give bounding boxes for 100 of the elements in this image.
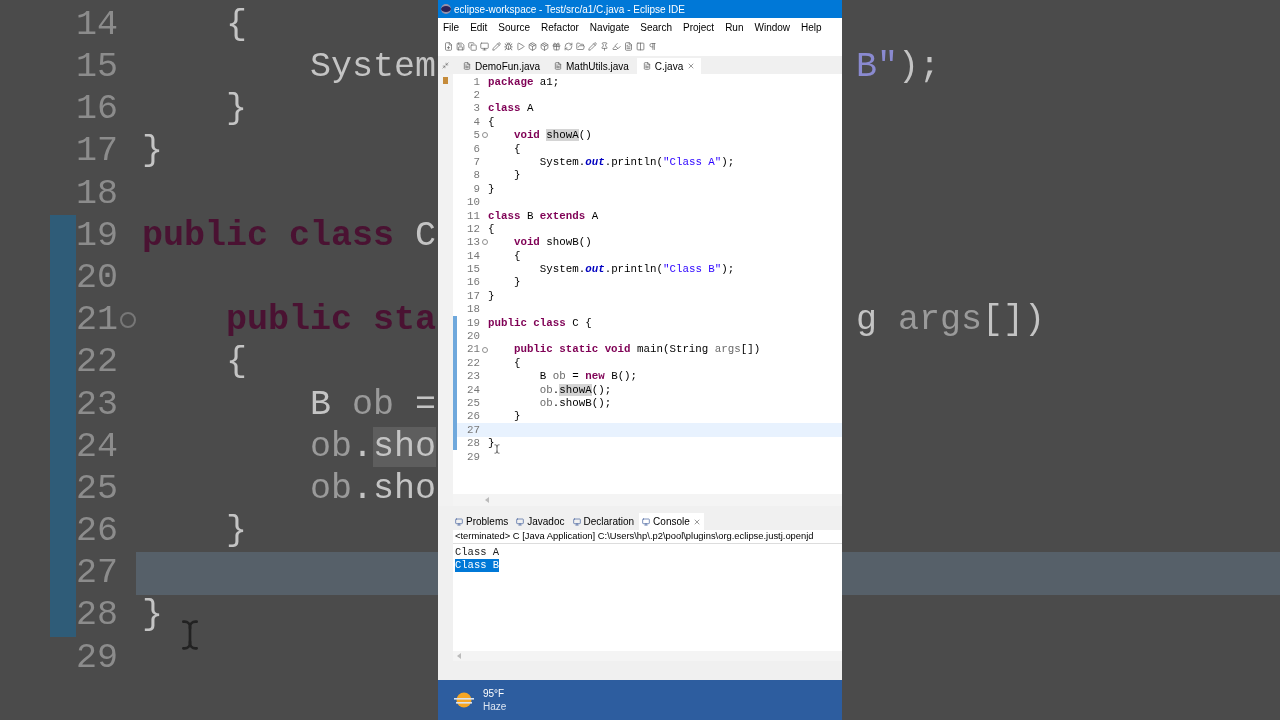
document-icon[interactable]	[624, 41, 633, 51]
java-file-icon	[642, 62, 651, 70]
line-number: 22	[467, 355, 480, 371]
code-text: {	[512, 142, 521, 155]
view-tab[interactable]: Console	[639, 513, 704, 530]
menu-item[interactable]: Run	[725, 19, 744, 35]
code-text: ob.sho	[309, 425, 437, 469]
line-number: 28	[467, 436, 480, 452]
view-tab[interactable]: Declaration	[569, 513, 638, 530]
folder-icon[interactable]	[576, 41, 585, 51]
console-line: Class A	[455, 546, 500, 559]
gift-icon[interactable]	[552, 41, 561, 51]
line-number: 28	[76, 594, 118, 638]
code-text: {	[488, 222, 495, 235]
code-text: ob.sho	[309, 467, 437, 511]
weather-condition: Haze	[483, 700, 507, 713]
refresh-icon[interactable]	[564, 41, 573, 51]
menu-item[interactable]: Window	[754, 19, 791, 35]
code-text: {	[225, 341, 248, 385]
text-cursor-icon	[492, 442, 502, 456]
change-bar	[50, 214, 76, 258]
pin-icon[interactable]	[600, 41, 609, 51]
line-number: 21	[467, 342, 480, 358]
view-icon	[516, 517, 525, 526]
code-text: class B extends A	[488, 209, 599, 222]
code-text: B ob = new B();	[538, 370, 638, 383]
package-icon[interactable]	[540, 41, 549, 51]
weather-haze-icon[interactable]	[453, 692, 475, 708]
code-text: {	[225, 3, 248, 47]
menu-item[interactable]: Navigate	[589, 19, 630, 35]
java-file-icon	[554, 62, 563, 70]
pencil-icon[interactable]	[588, 41, 597, 51]
line-number: 29	[467, 449, 480, 465]
new-file-icon[interactable]	[444, 41, 453, 51]
code-text: ob.showB();	[538, 397, 612, 409]
pencil-icon[interactable]	[492, 41, 501, 51]
code-text: }	[142, 594, 163, 638]
horizontal-scrollbar[interactable]	[453, 651, 842, 661]
horizontal-scrollbar[interactable]	[453, 494, 842, 506]
line-number: 16	[76, 88, 118, 132]
line-number: 21	[76, 299, 118, 343]
package-icon[interactable]	[528, 41, 537, 51]
menu-item[interactable]: File	[443, 19, 460, 35]
menu-item[interactable]: Help	[801, 19, 822, 35]
save-icon[interactable]	[456, 41, 465, 51]
bug-icon[interactable]	[504, 41, 513, 51]
line-number: 26	[467, 409, 480, 425]
pilcrow-icon[interactable]	[648, 41, 657, 51]
line-number: 2	[473, 88, 480, 103]
highlighter-icon[interactable]	[612, 41, 621, 51]
view-icon	[642, 517, 651, 526]
menu-item[interactable]: Search	[640, 19, 672, 35]
line-number: 20	[467, 329, 480, 345]
line-number: 18	[467, 302, 480, 318]
code-text: public sta	[225, 299, 437, 343]
code-text: }	[488, 289, 495, 302]
close-icon[interactable]	[687, 62, 696, 70]
columns-icon[interactable]	[636, 41, 645, 51]
editor-tab[interactable]: DemoFun.java	[457, 58, 547, 74]
line-number: 25	[467, 396, 480, 411]
line-number: 17	[76, 130, 118, 174]
line-number: 23	[467, 369, 480, 385]
line-number: 18	[76, 172, 118, 216]
line-number: 15	[467, 262, 480, 278]
view-tab[interactable]: Javadoc	[513, 513, 568, 530]
view-tab[interactable]: Problems	[452, 513, 512, 530]
editor-tab[interactable]: MathUtils.java	[548, 58, 635, 74]
console-header: <terminated> C [Java Application] C:\Users\hp\.p2\pool\plugins\org.eclipse.justj.openjd	[455, 530, 814, 543]
line-number: 24	[76, 425, 118, 469]
line-number: 27	[76, 552, 118, 596]
fold-icon	[120, 312, 136, 329]
line-number: 10	[467, 195, 480, 211]
line-number: 4	[473, 114, 480, 130]
copy-icon[interactable]	[468, 41, 477, 51]
line-number: 17	[467, 288, 480, 304]
close-icon[interactable]	[692, 517, 701, 526]
menu-item[interactable]: Refactor	[541, 19, 579, 35]
menu-item[interactable]: Edit	[470, 19, 488, 35]
window-title: eclipse-workspace - Test/src/a1/C.java - Eclipse IDE	[454, 2, 685, 17]
menu-item[interactable]: Source	[498, 19, 531, 35]
code-text: public static void main(String args[])	[512, 343, 761, 356]
code-text: B");	[856, 46, 941, 90]
code-text: void showA()	[512, 129, 592, 142]
line-number: 27	[467, 422, 480, 438]
editor-tab[interactable]: C.java	[636, 58, 702, 74]
code-text: B ob =	[309, 383, 437, 427]
run-icon[interactable]	[516, 41, 525, 51]
menu-item[interactable]: Project	[683, 19, 715, 35]
restore-icon[interactable]	[442, 62, 449, 69]
code-text: g args[])	[856, 299, 1046, 343]
code-text: }	[512, 169, 521, 182]
code-text: package a1;	[488, 75, 560, 88]
code-text: System	[309, 46, 437, 90]
code-text: }	[488, 437, 495, 450]
line-number: 25	[76, 467, 118, 511]
code-text: }	[512, 410, 521, 423]
code-text: }	[225, 510, 248, 554]
monitor-icon[interactable]	[480, 41, 489, 51]
line-number: 20	[76, 256, 118, 300]
line-number: 24	[467, 382, 480, 398]
